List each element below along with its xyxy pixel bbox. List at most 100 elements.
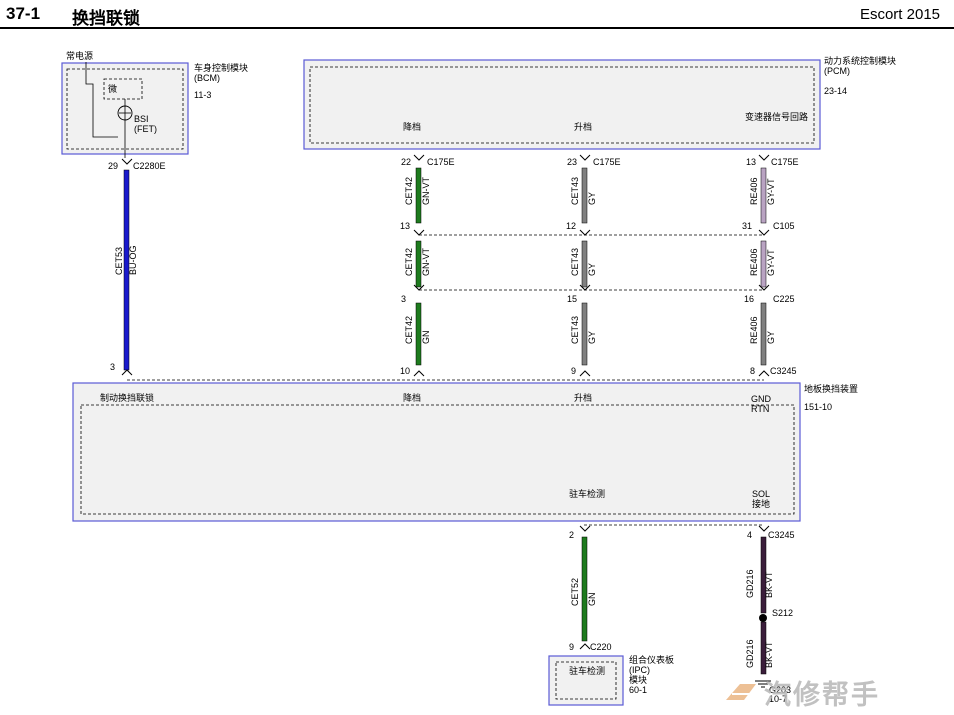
arrow-shifter-brake-icon xyxy=(121,369,133,376)
circuit-gy-ret: GY xyxy=(766,331,776,344)
bcm-name: 车身控制模块 xyxy=(194,62,248,73)
bsi-label: BSI xyxy=(134,114,149,124)
pcm-module: 降档 升档 变速器信号回路 动力系统控制模块 (PCM) 23-14 xyxy=(303,55,896,150)
shifter-pin-down: 降档 xyxy=(403,392,421,403)
fet-label: (FET) xyxy=(134,124,157,134)
pcm-box xyxy=(303,59,821,150)
pin-up-c3245: 9 xyxy=(571,366,576,376)
arrow-ret-pcm-icon xyxy=(758,154,770,161)
pin-down-c3245: 10 xyxy=(400,366,410,376)
watermark-text: 汽修帮手 xyxy=(764,679,880,711)
splice-s212-icon xyxy=(759,614,767,622)
circuit-cet43-3: CET43 xyxy=(570,316,580,344)
shifter-pin-gnd: GND xyxy=(751,394,772,404)
circuit-gn-vt-1: GN-VT xyxy=(421,177,431,206)
pcm-pin-down: 降档 xyxy=(403,121,421,132)
watermark-logo-icon xyxy=(726,684,756,700)
pin-up-c225: 15 xyxy=(567,294,577,304)
pcm-pin-return: 变速器信号回路 xyxy=(745,111,808,122)
connector-c3245-lower: C3245 xyxy=(768,530,795,540)
pin-down-c105: 13 xyxy=(400,221,410,231)
pcm-name: 动力系统控制模块 xyxy=(824,55,896,66)
circuit-gy-2: GY xyxy=(587,263,597,276)
ipc-ref: 60-1 xyxy=(629,685,647,695)
connector-c175e-up: C175E xyxy=(593,157,621,167)
bcm-micro-label: 微 xyxy=(108,83,117,94)
pin-up-pcm: 23 xyxy=(567,157,577,167)
connector-c225: C225 xyxy=(773,294,795,304)
shifter-pin-up: 升档 xyxy=(574,392,592,403)
shifter-pin-rtn: RTN xyxy=(751,404,769,414)
arrow-ipc-c220-icon xyxy=(579,643,591,650)
connector-c220: C220 xyxy=(590,642,612,652)
arrow-up-c3245-icon xyxy=(579,370,591,377)
pin-park-c220: 9 xyxy=(569,642,574,652)
arrow-park-c3245-icon xyxy=(579,525,591,532)
circuit-gy-vt-1: GY-VT xyxy=(766,178,776,205)
ipc-abbr: (IPC) xyxy=(629,665,650,675)
arrow-down-c105-icon xyxy=(413,229,425,236)
connector-c3245: C3245 xyxy=(770,366,797,376)
circuit-gy-1: GY xyxy=(587,192,597,205)
circuit-gn-park: GN xyxy=(587,593,597,607)
pin-bcm-out: 29 xyxy=(108,161,118,171)
circuit-re406-3: RE406 xyxy=(749,316,759,344)
circuit-gy-vt-2: GY-VT xyxy=(766,249,776,276)
circuit-bu-og: BU-OG xyxy=(128,245,138,275)
circuit-cet42-2: CET42 xyxy=(404,248,414,276)
circuit-gd216-2: GD216 xyxy=(745,639,755,668)
circuit-gn-vt-2: GN-VT xyxy=(421,248,431,277)
pin-ret-c3245: 8 xyxy=(750,366,755,376)
circuit-gd216-1: GD216 xyxy=(745,569,755,598)
bcm-module: 微 常电源 BSI (FET) 车身控制模块 (BCM) 11-3 xyxy=(61,50,248,158)
pin-ret-pcm: 13 xyxy=(746,157,756,167)
pin-ret-c225: 16 xyxy=(744,294,754,304)
pcm-pin-up: 升档 xyxy=(574,121,592,132)
connector-c175e-ret: C175E xyxy=(771,157,799,167)
pin-up-c105: 12 xyxy=(566,221,576,231)
pin-down-c225: 3 xyxy=(401,294,406,304)
pin-sol-c3245: 4 xyxy=(747,530,752,540)
circuit-gy-3: GY xyxy=(587,331,597,344)
circuit-cet43-1: CET43 xyxy=(570,177,580,205)
arrow-up-c105-icon xyxy=(579,229,591,236)
ipc-pin-park: 驻车检测 xyxy=(569,665,605,676)
ipc-name2: 模块 xyxy=(629,674,647,685)
power-label: 常电源 xyxy=(66,50,93,61)
circuit-bk-vt-1: BK-VT xyxy=(764,571,774,598)
pin-ret-c105: 31 xyxy=(742,221,752,231)
shifter-box xyxy=(72,382,801,522)
arrow-ret-c3245-icon xyxy=(758,370,770,377)
arrow-up-pcm-icon xyxy=(579,154,591,161)
watermark: 汽修帮手 xyxy=(722,676,880,711)
shifter-pin-brake: 制动换挡联锁 xyxy=(100,392,154,403)
circuit-cet52: CET52 xyxy=(570,578,580,606)
circuit-cet42-3: CET42 xyxy=(404,316,414,344)
ipc-box xyxy=(548,655,624,706)
shifter-ref: 151-10 xyxy=(804,402,832,412)
pcm-ref: 23-14 xyxy=(824,86,847,96)
wiring-diagram: 微 常电源 BSI (FET) 车身控制模块 (BCM) 11-3 降档 升档 … xyxy=(61,50,896,706)
circuit-bk-vt-2: BK-VT xyxy=(764,641,774,668)
pcm-abbr: (PCM) xyxy=(824,66,850,76)
pin-shifter-brake: 3 xyxy=(110,362,115,372)
shifter-pin-sol-gnd: 接地 xyxy=(752,498,770,509)
circuit-re406-1: RE406 xyxy=(749,177,759,205)
arrow-ret-c105-icon xyxy=(758,229,770,236)
arrow-down-c3245-icon xyxy=(413,370,425,377)
arrow-c2280e-icon xyxy=(121,158,133,165)
shifter-module: 制动换挡联锁 降档 升档 GND RTN 驻车检测 SOL 接地 地板换挡装置 … xyxy=(72,382,858,522)
connector-c175e-down: C175E xyxy=(427,157,455,167)
circuit-gn: GN xyxy=(421,331,431,345)
connector-c2280e: C2280E xyxy=(133,161,166,171)
arrow-down-pcm-icon xyxy=(413,154,425,161)
circuit-cet42-1: CET42 xyxy=(404,177,414,205)
shifter-pin-park: 驻车检测 xyxy=(569,488,605,499)
pin-down-pcm: 22 xyxy=(401,157,411,167)
ipc-name: 组合仪表板 xyxy=(629,654,674,665)
circuit-cet53: CET53 xyxy=(114,247,124,275)
circuit-re406-2: RE406 xyxy=(749,248,759,276)
circuit-cet43-2: CET43 xyxy=(570,248,580,276)
bcm-ref: 11-3 xyxy=(194,90,211,100)
pin-park-c3245: 2 xyxy=(569,530,574,540)
